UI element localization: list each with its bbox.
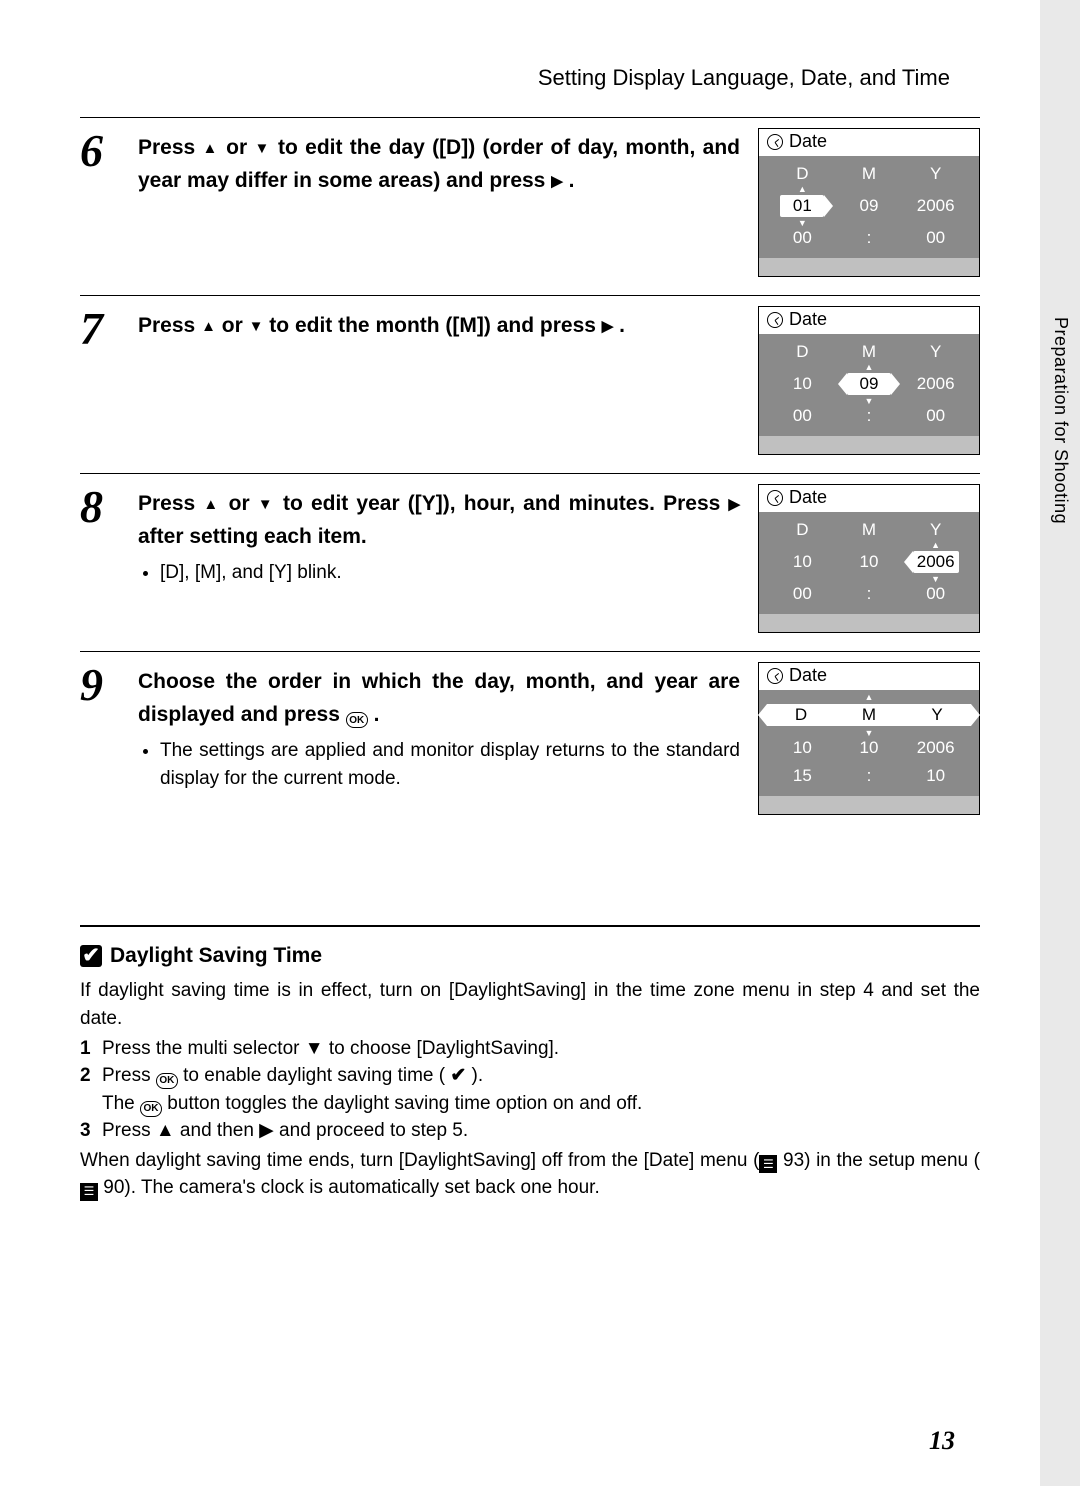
step-instruction: Press ▲ or ▼ to edit the day ([D]) (orde… — [138, 132, 740, 197]
ok-button-icon: OK — [346, 712, 368, 728]
step-instruction: Press ▲ or ▼ to edit the month ([M]) and… — [138, 310, 740, 343]
step-8: 8 Press ▲ or ▼ to edit year ([Y]), hour,… — [80, 482, 980, 633]
step-7: 7 Press ▲ or ▼ to edit the month ([M]) a… — [80, 304, 980, 455]
step-number: 9 — [80, 660, 120, 815]
reference-icon: ☰ — [80, 1183, 98, 1201]
note-step-1: Press the multi selector ▼ to choose [Da… — [80, 1035, 980, 1063]
down-icon: ▼ — [249, 318, 264, 335]
month-value-selected: 09 — [847, 373, 891, 395]
check-badge-icon: ✔ — [80, 945, 102, 967]
dmy-order-bar: ▲ DMY ▼ — [767, 704, 971, 726]
step-number: 8 — [80, 482, 120, 633]
step-number: 6 — [80, 126, 120, 277]
clock-icon — [767, 134, 783, 150]
lcd-screen: Date DMY ▲01▼ 09 2006 00:00 — [758, 128, 980, 277]
lcd-title: Date — [789, 131, 827, 152]
note-step-3: Press ▲ and then ▶ and proceed to step 5… — [80, 1117, 980, 1145]
lcd-screen: Date ▲ DMY ▼ 10102006 15:10 — [758, 662, 980, 815]
section-tab-label: Preparation for Shooting — [1050, 317, 1071, 524]
step-instruction: Choose the order in which the day, month… — [138, 666, 740, 731]
note-intro: If daylight saving time is in effect, tu… — [80, 977, 980, 1032]
page-number: 13 — [929, 1426, 955, 1456]
up-icon: ▲ — [201, 318, 216, 335]
lcd-screen: Date DMY 10 ▲09▼ 2006 00:00 — [758, 306, 980, 455]
clock-icon — [767, 490, 783, 506]
page-header: Setting Display Language, Date, and Time — [80, 65, 980, 91]
header-rule — [80, 117, 980, 118]
up-icon: ▲ — [203, 496, 220, 513]
step-bullet: [D], [M], and [Y] blink. — [160, 559, 740, 587]
right-icon: ▶ — [551, 173, 563, 190]
lcd-screen: Date DMY 10 10 ▲2006▼ 00:00 — [758, 484, 980, 633]
down-icon: ▼ — [258, 496, 275, 513]
ok-button-icon: OK — [140, 1101, 162, 1117]
step-9: 9 Choose the order in which the day, mon… — [80, 660, 980, 815]
down-icon: ▼ — [254, 140, 270, 157]
reference-icon: ☰ — [759, 1155, 777, 1173]
note-step-2: Press OK to enable daylight saving time … — [80, 1062, 980, 1117]
step-number: 7 — [80, 304, 120, 455]
note-outro: When daylight saving time ends, turn [Da… — [80, 1147, 980, 1202]
up-icon: ▲ — [203, 140, 219, 157]
section-tab: Preparation for Shooting — [1040, 305, 1080, 635]
daylight-saving-note: ✔Daylight Saving Time If daylight saving… — [80, 925, 980, 1202]
step-instruction: Press ▲ or ▼ to edit year ([Y]), hour, a… — [138, 488, 740, 553]
step-bullet: The settings are applied and monitor dis… — [160, 737, 740, 792]
right-icon: ▶ — [602, 318, 614, 335]
step-6: 6 Press ▲ or ▼ to edit the day ([D]) (or… — [80, 126, 980, 277]
ok-button-icon: OK — [156, 1073, 178, 1089]
clock-icon — [767, 312, 783, 328]
year-value-selected: 2006 — [913, 551, 959, 573]
right-icon: ▶ — [728, 496, 740, 513]
day-value-selected: 01 — [780, 195, 824, 217]
checkmark-icon: ✔ — [450, 1065, 466, 1086]
clock-icon — [767, 668, 783, 684]
note-title: ✔Daylight Saving Time — [80, 941, 980, 971]
